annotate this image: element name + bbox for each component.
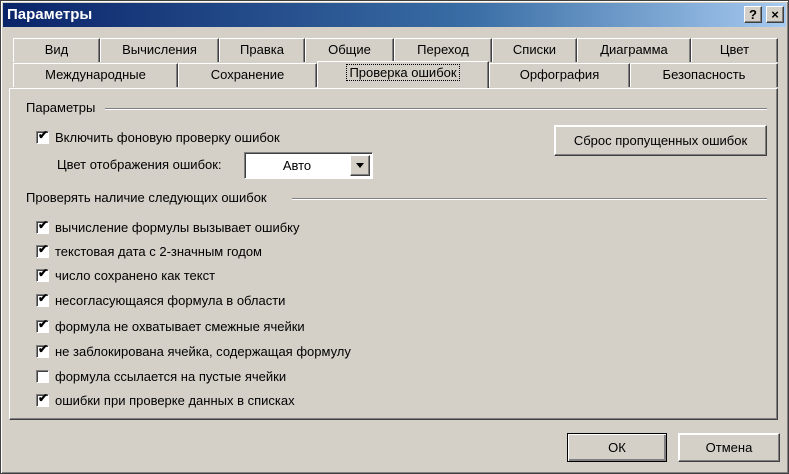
tab-error-checking[interactable]: Проверка ошибок [317,61,489,88]
error-color-select[interactable]: Авто [244,152,373,179]
ok-button[interactable]: ОК [567,433,667,462]
rule-row[interactable]: ✔ текстовая дата с 2-значным годом [36,242,262,260]
rule-row[interactable]: ✔ число сохранено как текст [36,266,215,284]
settings-group-label: Параметры [26,100,96,115]
rule-checkbox[interactable]: ✔ [36,316,49,333]
rule-row[interactable]: ✔ ошибки при проверке данных в списках [36,391,295,409]
tab-security[interactable]: Безопасность [630,63,778,87]
tab-lists[interactable]: Списки [492,38,577,62]
rule-checkbox[interactable]: ✔ [36,265,49,282]
tab-color[interactable]: Цвет [691,38,778,62]
error-color-value: Авто [282,158,312,173]
tab-transition[interactable]: Переход [394,38,492,62]
tab-label: Переход [417,42,469,57]
title-bar[interactable]: Параметры ? × [3,3,786,27]
tab-label: Безопасность [662,67,746,82]
check-mark-icon: ✔ [38,290,49,305]
chevron-down-icon[interactable] [350,155,370,176]
background-check-checkbox[interactable]: ✔ [36,127,49,144]
cancel-button[interactable]: Отмена [678,433,780,462]
rule-label: число сохранено как текст [55,267,216,283]
error-color-label: Цвет отображения ошибок: [57,157,222,172]
check-mark-icon: ✔ [38,127,49,142]
check-mark-icon: ✔ [38,316,49,331]
tab-label: Международные [45,67,146,82]
rules-group-label: Проверять наличие следующих ошибок [26,190,267,205]
tab-label: Вид [44,42,69,57]
rule-row[interactable]: формула ссылается на пустые ячейки [36,367,286,385]
rule-checkbox[interactable]: ✔ [36,390,49,407]
tab-spelling[interactable]: Орфография [489,63,630,87]
tab-save[interactable]: Сохранение [178,63,317,87]
tab-label: Цвет [719,42,750,57]
background-check-label: Включить фоновую проверку ошибок [55,129,280,145]
tab-general[interactable]: Общие [305,38,394,62]
close-button[interactable]: × [766,6,784,23]
check-mark-icon: ✔ [38,390,49,405]
rules-separator [292,198,767,200]
rule-label: ошибки при проверке данных в списках [55,392,295,408]
tab-label: Орфография [519,67,600,82]
rule-label: формула не охватывает смежные ячейки [55,318,305,334]
rule-row[interactable]: ✔ формула не охватывает смежные ячейки [36,317,305,335]
tab-label: Проверка ошибок [346,64,460,81]
check-mark-icon: ✔ [38,341,49,356]
rule-label: не заблокирована ячейка, содержащая форм… [55,343,351,359]
rule-checkbox[interactable]: ✔ [36,341,49,358]
rule-checkbox[interactable]: ✔ [36,217,49,234]
rule-label: несогласующаяся формула в области [55,292,286,308]
rule-label: текстовая дата с 2-значным годом [55,243,262,259]
rule-row[interactable]: ✔ вычисление формулы вызывает ошибку [36,218,300,236]
rule-label: формула ссылается на пустые ячейки [55,368,287,384]
options-dialog: Параметры ? × Вид Вычисления Правка Общи… [0,0,789,474]
tab-label: Вычисления [122,42,197,57]
rule-label: вычисление формулы вызывает ошибку [55,219,300,235]
check-mark-icon: ✔ [38,241,49,256]
background-check-row[interactable]: ✔ Включить фоновую проверку ошибок [36,128,280,146]
rule-checkbox[interactable]: ✔ [36,241,49,258]
tab-label: Списки [512,42,557,57]
tab-label: Общие [328,42,371,57]
rule-row[interactable]: ✔ несогласующаяся формула в области [36,291,285,309]
help-button[interactable]: ? [744,6,762,23]
rule-checkbox[interactable] [36,369,49,383]
tab-label: Сохранение [210,67,285,82]
check-mark-icon: ✔ [38,265,49,280]
settings-separator [105,108,767,110]
rule-checkbox[interactable]: ✔ [36,290,49,307]
tab-view[interactable]: Вид [13,38,100,62]
tab-label: Диаграмма [600,42,668,57]
check-mark-icon: ✔ [38,217,49,232]
tab-edit[interactable]: Правка [219,38,305,62]
tab-calculation[interactable]: Вычисления [100,38,219,62]
tab-chart[interactable]: Диаграмма [577,38,691,62]
dialog-title: Параметры [7,6,93,23]
rule-row[interactable]: ✔ не заблокирована ячейка, содержащая фо… [36,342,351,360]
reset-ignored-errors-button[interactable]: Сброс пропущенных ошибок [554,125,767,156]
tab-international[interactable]: Международные [13,63,178,87]
tab-label: Правка [240,42,284,57]
